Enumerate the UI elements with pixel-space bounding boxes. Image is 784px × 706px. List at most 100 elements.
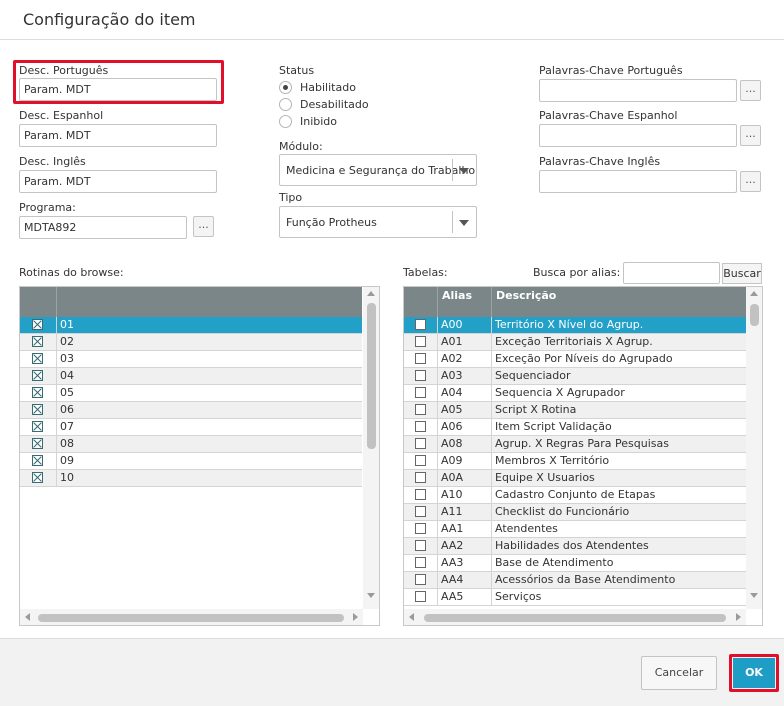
table-row[interactable]: 09: [20, 453, 362, 470]
radio-unchecked-icon[interactable]: [279, 98, 292, 111]
table-row[interactable]: AA5 Serviços: [404, 589, 746, 606]
checkbox-icon[interactable]: [415, 370, 426, 381]
checkbox-icon[interactable]: [415, 506, 426, 517]
checkbox-icon[interactable]: [415, 353, 426, 364]
scroll-up-icon[interactable]: [367, 291, 375, 296]
checkbox-icon[interactable]: [415, 387, 426, 398]
chevron-down-icon: [459, 220, 469, 226]
rotinas-vscrollbar[interactable]: [363, 287, 379, 609]
checkbox-checked-icon[interactable]: [32, 421, 43, 432]
table-row[interactable]: 05: [20, 385, 362, 402]
table-row[interactable]: 04: [20, 368, 362, 385]
checkbox-icon[interactable]: [415, 523, 426, 534]
checkbox-icon[interactable]: [415, 472, 426, 483]
rotinas-grid: 01 02 03 04 05 06 07 08 09 10: [19, 286, 380, 626]
scroll-left-icon[interactable]: [25, 613, 30, 621]
table-row[interactable]: 08: [20, 436, 362, 453]
buscar-button[interactable]: Buscar: [722, 263, 762, 284]
alias-cell: A11: [438, 504, 492, 520]
programa-input[interactable]: MDTA892: [19, 216, 187, 239]
kw-es-input[interactable]: [539, 124, 737, 147]
table-row[interactable]: 02: [20, 334, 362, 351]
desc-en-input[interactable]: Param. MDT: [19, 170, 217, 193]
descricao-cell: Habilidades dos Atendentes: [495, 539, 649, 552]
checkbox-icon[interactable]: [415, 319, 426, 330]
kw-es-lookup-button[interactable]: ...: [740, 125, 761, 146]
scroll-right-icon[interactable]: [353, 613, 358, 621]
checkbox-checked-icon[interactable]: [32, 455, 43, 466]
checkbox-checked-icon[interactable]: [32, 438, 43, 449]
checkbox-checked-icon[interactable]: [32, 336, 43, 347]
rotinas-hscrollbar[interactable]: [20, 609, 363, 625]
checkbox-checked-icon[interactable]: [32, 319, 43, 330]
table-row[interactable]: A03 Sequenciador: [404, 368, 746, 385]
scroll-right-icon[interactable]: [736, 613, 741, 621]
desc-es-input[interactable]: Param. MDT: [19, 124, 217, 147]
table-row[interactable]: A09 Membros X Território: [404, 453, 746, 470]
modulo-select[interactable]: Medicina e Segurança do Trabalho: [279, 154, 477, 186]
kw-pt-lookup-button[interactable]: ...: [740, 80, 761, 101]
table-row[interactable]: 06: [20, 402, 362, 419]
alias-cell: A10: [438, 487, 492, 503]
table-row[interactable]: A00 Território X Nível do Agrup.: [404, 317, 746, 334]
checkbox-icon[interactable]: [415, 557, 426, 568]
col-descricao-header[interactable]: Descrição: [492, 287, 746, 317]
scroll-up-icon[interactable]: [750, 291, 758, 296]
checkbox-icon[interactable]: [415, 404, 426, 415]
checkbox-icon[interactable]: [415, 455, 426, 466]
ok-button[interactable]: OK: [733, 658, 775, 688]
table-row[interactable]: AA2 Habilidades dos Atendentes: [404, 538, 746, 555]
radio-unchecked-icon[interactable]: [279, 115, 292, 128]
table-row[interactable]: 07: [20, 419, 362, 436]
table-row[interactable]: A04 Sequencia X Agrupador: [404, 385, 746, 402]
cancel-button[interactable]: Cancelar: [641, 656, 717, 690]
scroll-left-icon[interactable]: [409, 613, 414, 621]
checkbox-icon[interactable]: [415, 421, 426, 432]
checkbox-checked-icon[interactable]: [32, 370, 43, 381]
table-row[interactable]: A05 Script X Rotina: [404, 402, 746, 419]
checkbox-icon[interactable]: [415, 438, 426, 449]
col-alias-header[interactable]: Alias: [438, 287, 492, 317]
table-row[interactable]: A01 Exceção Territoriais X Agrup.: [404, 334, 746, 351]
programa-lookup-button[interactable]: ...: [193, 216, 214, 237]
table-row[interactable]: A11 Checklist do Funcionário: [404, 504, 746, 521]
desc-pt-input[interactable]: Param. MDT: [19, 78, 217, 101]
table-row[interactable]: 10: [20, 470, 362, 487]
checkbox-checked-icon[interactable]: [32, 404, 43, 415]
descricao-cell: Item Script Validação: [495, 420, 612, 433]
checkbox-icon[interactable]: [415, 336, 426, 347]
alias-cell: A0A: [438, 470, 492, 486]
tabelas-vscrollbar[interactable]: [746, 287, 762, 609]
rotina-value: 07: [60, 420, 74, 433]
kw-en-lookup-button[interactable]: ...: [740, 171, 761, 192]
checkbox-icon[interactable]: [415, 540, 426, 551]
scroll-down-icon[interactable]: [750, 593, 758, 598]
checkbox-checked-icon[interactable]: [32, 387, 43, 398]
scroll-down-icon[interactable]: [367, 593, 375, 598]
table-row[interactable]: AA1 Atendentes: [404, 521, 746, 538]
busca-alias-input[interactable]: [623, 262, 720, 284]
kw-en-input[interactable]: [539, 170, 737, 193]
radio-checked-icon[interactable]: [279, 81, 292, 94]
tabelas-vscroll-thumb[interactable]: [750, 304, 759, 326]
table-row[interactable]: 01: [20, 317, 362, 334]
table-row[interactable]: A02 Exceção Por Níveis do Agrupado: [404, 351, 746, 368]
rotinas-hscroll-thumb[interactable]: [38, 614, 344, 622]
tabelas-hscroll-thumb[interactable]: [424, 614, 726, 622]
table-row[interactable]: A08 Agrup. X Regras Para Pesquisas: [404, 436, 746, 453]
tabelas-hscrollbar[interactable]: [404, 609, 746, 625]
rotinas-vscroll-thumb[interactable]: [367, 303, 376, 449]
checkbox-checked-icon[interactable]: [32, 472, 43, 483]
tipo-select[interactable]: Função Protheus: [279, 206, 477, 238]
table-row[interactable]: 03: [20, 351, 362, 368]
table-row[interactable]: AA3 Base de Atendimento: [404, 555, 746, 572]
kw-pt-input[interactable]: [539, 79, 737, 102]
table-row[interactable]: A10 Cadastro Conjunto de Etapas: [404, 487, 746, 504]
checkbox-checked-icon[interactable]: [32, 353, 43, 364]
table-row[interactable]: AA4 Acessórios da Base Atendimento: [404, 572, 746, 589]
table-row[interactable]: A06 Item Script Validação: [404, 419, 746, 436]
checkbox-icon[interactable]: [415, 591, 426, 602]
table-row[interactable]: A0A Equipe X Usuarios: [404, 470, 746, 487]
checkbox-icon[interactable]: [415, 489, 426, 500]
checkbox-icon[interactable]: [415, 574, 426, 585]
